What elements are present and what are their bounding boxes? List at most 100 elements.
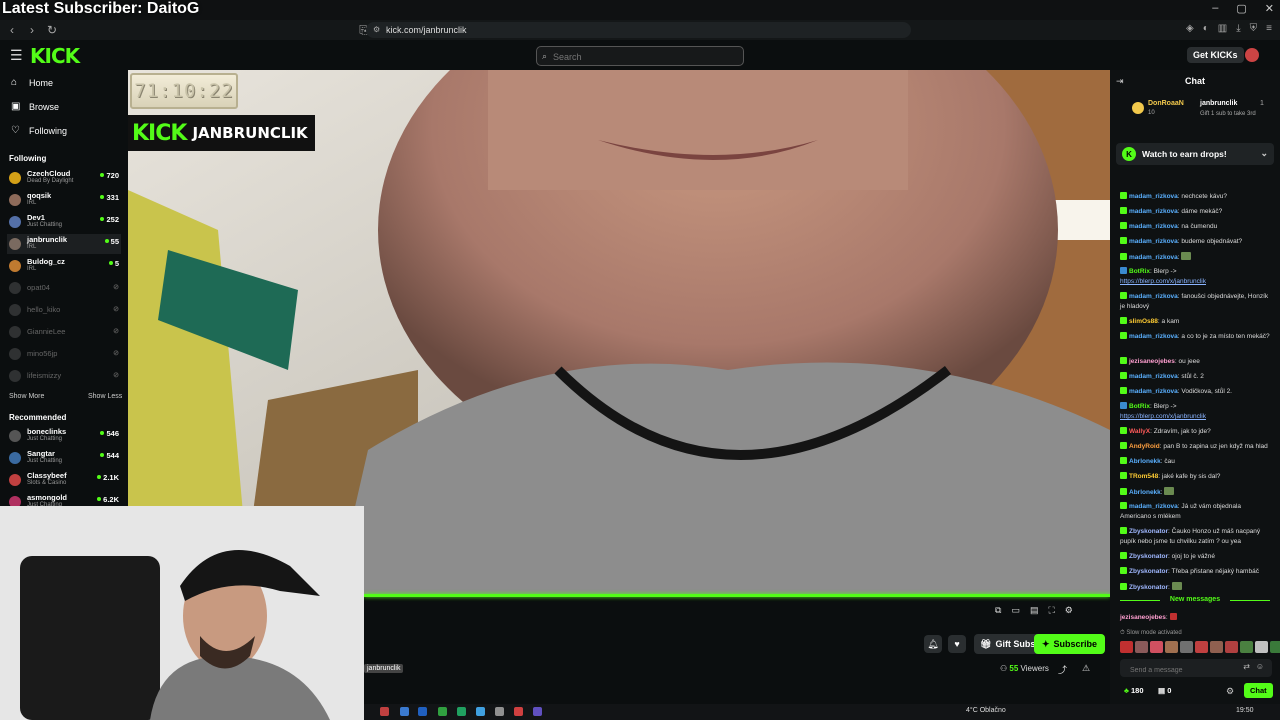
chat-username[interactable]: Zbyskonator [1129,584,1168,591]
chat-username[interactable]: madam_rizkova [1129,238,1178,245]
emoji-icon[interactable]: ☺ [1256,662,1264,671]
chat-username[interactable]: madam_rizkova [1129,254,1178,261]
chat-settings-icon[interactable]: ⚙ [1226,686,1234,697]
chat-username[interactable]: BotRix [1129,268,1150,275]
extension-icon[interactable]: ◈ [1186,23,1194,34]
sidebar-channel-janbrunclik[interactable]: janbrunclik IRL 55 [7,234,121,254]
taskbar-app-icon[interactable] [400,707,409,716]
chat-username[interactable]: Zbyskonator [1129,553,1168,560]
emote-icon[interactable] [1255,641,1268,653]
chat-link[interactable]: https://blerp.com/x/janbrunclik [1120,413,1206,420]
chat-username[interactable]: madam_rizkova [1129,388,1178,395]
hamburger-menu-icon[interactable]: ☰ [10,47,23,64]
chat-username[interactable]: madam_rizkova [1129,223,1178,230]
chat-username[interactable]: madam_rizkova [1129,333,1178,340]
chat-send-button[interactable]: Chat [1244,683,1273,698]
chat-link[interactable]: https://blerp.com/x/janbrunclik [1120,278,1206,285]
drops-banner[interactable]: K Watch to earn drops! ⌄ [1116,143,1274,165]
sidebar-item-browse[interactable]: ▣ Browse [11,101,59,112]
taskbar-app-icon[interactable] [514,707,523,716]
sidebar-channel-opat04[interactable]: opat04 ⊘ [7,278,121,298]
sidebar-item-following[interactable]: ♡ Following [11,125,67,136]
taskbar-app-icon[interactable] [533,707,542,716]
fullscreen-icon[interactable]: ⛶ [1048,605,1054,616]
maximize-icon[interactable]: ▢ [1236,2,1246,15]
new-messages-divider[interactable]: New messages [1116,596,1274,603]
emote-icon[interactable] [1225,641,1238,653]
user-avatar[interactable] [1245,48,1259,62]
chat-username[interactable]: madam_rizkova [1129,503,1178,510]
chat-username[interactable]: Zbyskonator [1129,528,1168,535]
gift-prompt[interactable]: Gift 1 sub to take 3rd [1200,111,1256,117]
chat-username[interactable]: Abrlonekk [1129,458,1161,465]
taskbar-app-icon[interactable] [457,707,466,716]
gift-subs-button[interactable]: 🎁︎ Gift Subs [974,634,1042,654]
shield-icon[interactable]: ⛨ [1250,23,1258,34]
emote-icon[interactable] [1120,641,1133,653]
chat-username[interactable]: BotRix [1129,403,1150,410]
minimize-icon[interactable]: – [1212,2,1218,15]
share-icon[interactable]: ⤴ [1058,663,1067,676]
search-box[interactable]: ⌕ [536,46,744,66]
emote-icon[interactable] [1240,641,1253,653]
sidebar-channel-dev1[interactable]: Dev1 Just Chatting 252 [7,212,121,232]
sidebar-item-home[interactable]: ⌂ Home [11,77,53,88]
sidebar-channel-buldog_cz[interactable]: Buldog_cz IRL 5 [7,256,121,276]
extension-icon[interactable]: ◐ [1203,23,1209,34]
sidebar-channel-mino56jp[interactable]: mino56jp ⊘ [7,344,121,364]
chat-username[interactable]: jezisaneojebes [1129,358,1175,365]
download-icon[interactable]: ⤓ [1236,23,1240,34]
follow-button[interactable]: ♥ [948,635,966,653]
weather-widget[interactable]: 4°C Oblačno [966,707,1006,714]
back-icon[interactable]: ‹ [4,22,20,38]
taskbar-app-icon[interactable] [476,707,485,716]
sidebar-channel-czechcloud[interactable]: CzechCloud Dead By Daylight 720 [7,168,121,188]
get-kicks-button[interactable]: Get KICKs [1187,47,1244,63]
chat-username[interactable]: TRom548 [1129,473,1158,480]
chat-username[interactable]: madam_rizkova [1129,293,1178,300]
taskbar-app-icon[interactable] [438,707,447,716]
emote-icon[interactable] [1180,641,1193,653]
menu-icon[interactable]: ≡ [1266,23,1272,34]
search-input[interactable] [537,48,743,66]
close-icon[interactable]: ✕ [1265,2,1274,15]
subscribe-button[interactable]: ✦ Subscribe [1034,634,1106,654]
chat-username[interactable]: WallyX [1129,428,1150,435]
emote-icon[interactable] [1150,641,1163,653]
theater-mode-icon[interactable]: ▭ [1011,605,1020,616]
taskbar-app-icon[interactable] [380,707,389,716]
emote-icon[interactable] [1195,641,1208,653]
emote-icon[interactable] [1135,641,1148,653]
stream-progress-bar[interactable] [364,594,1110,597]
chat-username[interactable]: Zbyskonator [1129,568,1168,575]
chat-username[interactable]: slimOs88 [1129,318,1158,325]
reload-icon[interactable]: ↻ [44,22,60,38]
report-icon[interactable]: ⚠ [1082,663,1090,674]
mini-player-icon[interactable]: ▤ [1030,605,1039,616]
rewards-count[interactable]: ▤ 0 [1158,686,1171,695]
chat-username[interactable]: AndyRoid [1129,443,1160,450]
sidebar-channel-boneclinks[interactable]: boneclinks Just Chatting 546 [7,426,121,446]
taskbar-app-icon[interactable] [418,707,427,716]
taskbar-app-icon[interactable] [495,707,504,716]
kick-logo[interactable]: KICK [30,44,80,68]
url-bar[interactable]: ⚙ kick.com/janbrunclik [366,22,911,38]
chat-username[interactable]: madam_rizkova [1129,208,1178,215]
emote-icon[interactable] [1210,641,1223,653]
emote-icon[interactable] [1270,641,1280,653]
chat-username[interactable]: Abrlonekk [1129,489,1161,496]
translate-icon[interactable]: ⇄ [1243,662,1250,671]
notification-bell-button[interactable]: 🔔︎ [924,635,942,653]
show-less-link[interactable]: Show Less [88,393,122,400]
show-more-link[interactable]: Show More [9,393,44,400]
chevron-down-icon[interactable]: ⌄ [1260,148,1268,159]
sidebar-channel-sangtar[interactable]: Sangtar Just Chatting 544 [7,448,121,468]
emote-icon[interactable] [1165,641,1178,653]
sidebar-channel-hello_kiko[interactable]: hello_kiko ⊘ [7,300,121,320]
sidebar-icon[interactable]: ▥ [1218,23,1227,34]
chat-username[interactable]: madam_rizkova [1129,193,1178,200]
chat-input-box[interactable]: ⇄ ☺ [1120,659,1272,680]
sidebar-channel-giannielee[interactable]: GiannieLee ⊘ [7,322,121,342]
settings-icon[interactable]: ⚙ [1065,605,1073,616]
sidebar-channel-classybeef[interactable]: Classybeef Slots & Casino 2.1K [7,470,121,490]
